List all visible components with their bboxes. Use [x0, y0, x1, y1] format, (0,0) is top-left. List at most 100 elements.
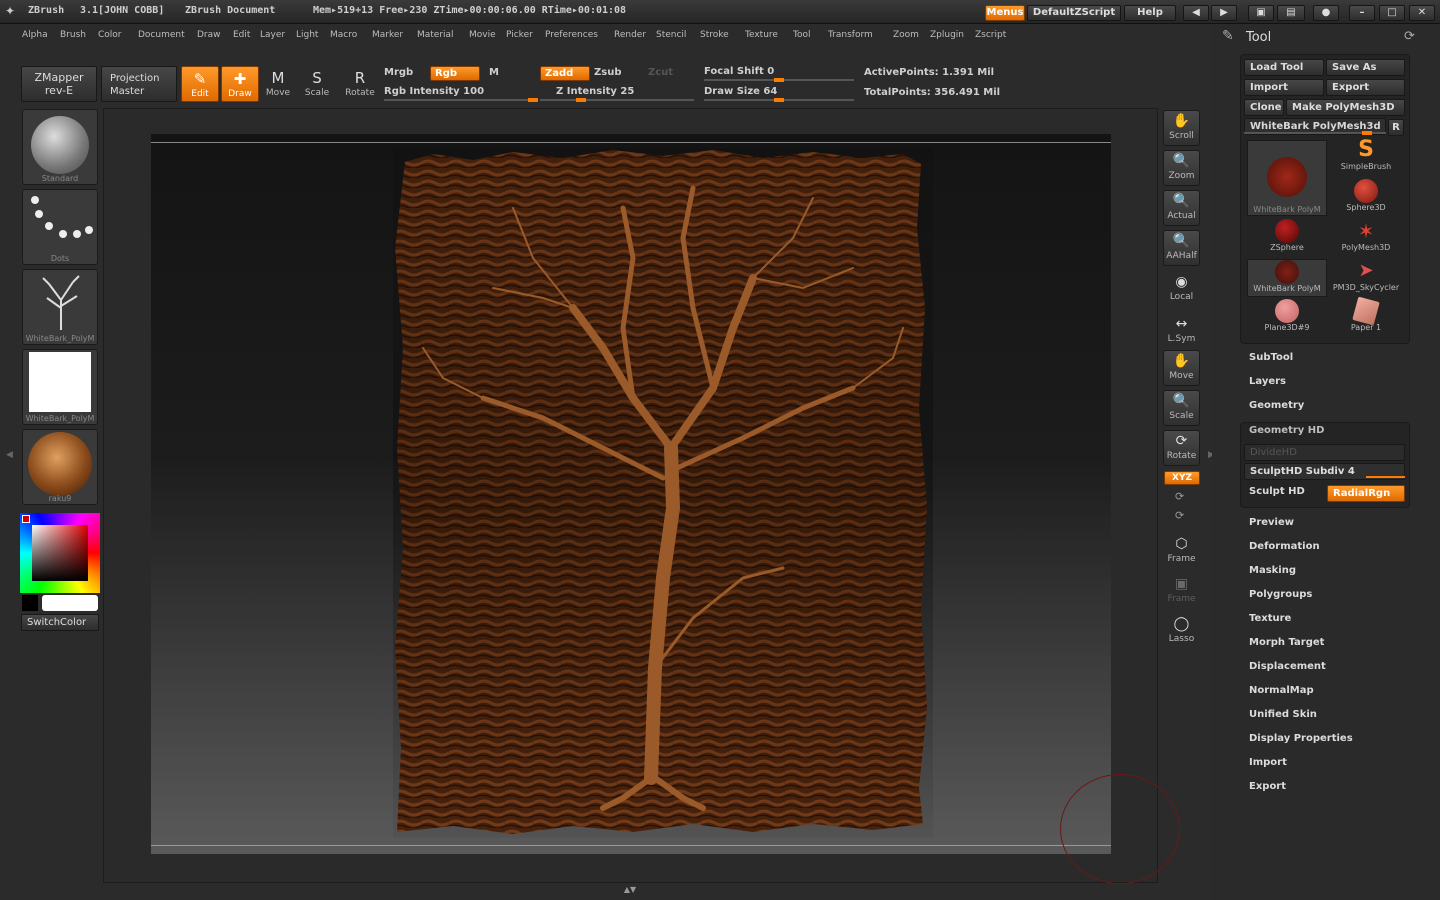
mrgb-toggle[interactable]: Mrgb	[384, 67, 413, 78]
aahalf-button[interactable]: 🔍 AAHalf	[1163, 230, 1200, 266]
primary-color-swatch[interactable]	[42, 595, 98, 611]
section-texture[interactable]: Texture	[1249, 613, 1291, 624]
section-subtool[interactable]: SubTool	[1249, 352, 1293, 363]
scroll-button[interactable]: ✋ Scroll	[1163, 110, 1200, 146]
section-layers[interactable]: Layers	[1249, 376, 1286, 387]
menu-edit[interactable]: Edit	[233, 30, 250, 40]
xyz-toggle[interactable]: XYZ	[1164, 471, 1200, 485]
import-tool-button[interactable]: Import	[1244, 79, 1324, 96]
tool-tile-polymesh3d[interactable]: ✶ PolyMesh3D	[1326, 219, 1406, 257]
r-button[interactable]: R	[1388, 119, 1404, 136]
section-morph-target[interactable]: Morph Target	[1249, 637, 1324, 648]
menu-zplugin[interactable]: Zplugin	[930, 30, 964, 40]
lock-icon[interactable]: ●	[1313, 5, 1339, 21]
menu-transform[interactable]: Transform	[828, 30, 873, 40]
tool-tile-whitebark-large[interactable]: WhiteBark PolyM	[1247, 140, 1327, 216]
menu-marker[interactable]: Marker	[372, 30, 403, 40]
rotate-button[interactable]: R Rotate	[341, 66, 379, 102]
transp-button[interactable]: ▣ Frame	[1163, 574, 1200, 610]
section-import[interactable]: Import	[1249, 757, 1287, 768]
menus-button[interactable]: Menus	[985, 5, 1025, 21]
switch-color-button[interactable]: SwitchColor	[21, 614, 99, 631]
menu-stroke[interactable]: Stroke	[700, 30, 729, 40]
color-picker-square[interactable]	[32, 525, 88, 581]
section-masking[interactable]: Masking	[1249, 565, 1296, 576]
lasso-button[interactable]: ◯ Lasso	[1163, 614, 1200, 650]
projection-master-button[interactable]: Projection Master	[101, 66, 177, 102]
stroke-thumbnail[interactable]: Dots	[22, 189, 98, 265]
section-deformation[interactable]: Deformation	[1249, 541, 1320, 552]
rotate-z-icon[interactable]: ⟳	[1175, 509, 1184, 522]
zadd-toggle[interactable]: Zadd	[540, 66, 590, 81]
section-display-properties[interactable]: Display Properties	[1249, 733, 1353, 744]
default-zscript-button[interactable]: DefaultZScript	[1027, 5, 1121, 21]
m-toggle[interactable]: M	[489, 67, 499, 78]
rotate-view-button[interactable]: ⟳ Rotate	[1163, 430, 1200, 466]
tool-tile-simplebrush[interactable]: S SimpleBrush	[1326, 138, 1406, 176]
minimize-icon[interactable]: –	[1349, 5, 1375, 21]
brush-thumbnail[interactable]: Standard	[22, 109, 98, 185]
menu-movie[interactable]: Movie	[469, 30, 496, 40]
menu-render[interactable]: Render	[614, 30, 646, 40]
z-intensity-handle[interactable]	[576, 98, 586, 102]
local-button[interactable]: ◉ Local	[1163, 272, 1200, 308]
tool-tile-pm3d-skycycler[interactable]: ➤ PM3D_SkyCycler	[1326, 259, 1406, 297]
rotate-y-icon[interactable]: ⟳	[1175, 490, 1184, 503]
rgb-intensity-handle[interactable]	[528, 98, 538, 102]
scale-view-button[interactable]: 🔍 Scale	[1163, 390, 1200, 426]
maximize-icon[interactable]: □	[1379, 5, 1405, 21]
section-export[interactable]: Export	[1249, 781, 1286, 792]
left-tray-toggle-icon[interactable]: ◀	[6, 450, 14, 466]
focal-shift-slider[interactable]	[704, 78, 854, 82]
color-picker-ring[interactable]	[20, 513, 100, 593]
focal-shift-handle[interactable]	[774, 78, 784, 82]
bottom-tray-toggle-icon[interactable]: ▲▼	[620, 885, 640, 894]
alpha-thumbnail[interactable]: WhiteBark_PolyM	[22, 269, 98, 345]
rgb-intensity-slider[interactable]	[384, 98, 538, 102]
tool-tile-plane3d[interactable]: Plane3D#9	[1247, 299, 1327, 337]
menu-color[interactable]: Color	[98, 30, 122, 40]
section-displacement[interactable]: Displacement	[1249, 661, 1326, 672]
menu-material[interactable]: Material	[417, 30, 454, 40]
draw-size-slider[interactable]	[704, 98, 854, 102]
section-unified-skin[interactable]: Unified Skin	[1249, 709, 1317, 720]
make-polymesh-button[interactable]: Make PolyMesh3D	[1286, 99, 1405, 116]
menu-tool[interactable]: Tool	[793, 30, 810, 40]
move-view-button[interactable]: ✋ Move	[1163, 350, 1200, 386]
layout-right-icon[interactable]: ▶	[1211, 5, 1237, 21]
layout-save-icon[interactable]: ▣	[1248, 5, 1274, 21]
menu-zoom[interactable]: Zoom	[893, 30, 919, 40]
rgb-toggle[interactable]: Rgb	[430, 66, 480, 81]
menu-light[interactable]: Light	[296, 30, 318, 40]
tool-tile-sphere3d[interactable]: Sphere3D	[1326, 179, 1406, 217]
section-normalmap[interactable]: NormalMap	[1249, 685, 1314, 696]
section-geometry[interactable]: Geometry	[1249, 400, 1304, 411]
save-as-button[interactable]: Save As	[1326, 59, 1405, 76]
menu-picker[interactable]: Picker	[506, 30, 533, 40]
z-intensity-slider[interactable]	[540, 98, 694, 102]
menu-alpha[interactable]: Alpha	[22, 30, 48, 40]
menu-macro[interactable]: Macro	[330, 30, 357, 40]
tool-tile-whitebark-small[interactable]: WhiteBark PolyM	[1247, 259, 1327, 297]
tool-tile-paper1[interactable]: Paper 1	[1326, 296, 1406, 337]
layout-left-icon[interactable]: ◀	[1183, 5, 1209, 21]
zoom-button[interactable]: 🔍 Zoom	[1163, 150, 1200, 186]
menu-preferences[interactable]: Preferences	[545, 30, 598, 40]
edit-button[interactable]: ✎ Edit	[181, 66, 219, 102]
menu-layer[interactable]: Layer	[260, 30, 285, 40]
frame-button[interactable]: ⬡ Frame	[1163, 534, 1200, 570]
radialrgn-toggle[interactable]: RadialRgn	[1327, 485, 1405, 502]
help-button[interactable]: Help	[1124, 5, 1176, 21]
menu-texture[interactable]: Texture	[745, 30, 778, 40]
section-preview[interactable]: Preview	[1249, 517, 1294, 528]
refresh-icon[interactable]: ⟳	[1404, 29, 1415, 44]
main-color-swatch[interactable]	[22, 515, 30, 523]
actual-button[interactable]: 🔍 Actual	[1163, 190, 1200, 226]
clone-button[interactable]: Clone	[1244, 99, 1284, 116]
material-thumbnail[interactable]: raku9	[22, 429, 98, 505]
draw-size-handle[interactable]	[774, 98, 784, 102]
zmapper-button[interactable]: ZMapper rev-E	[21, 66, 97, 102]
tool-tile-zsphere[interactable]: ZSphere	[1247, 219, 1327, 257]
menu-brush[interactable]: Brush	[60, 30, 86, 40]
section-polygroups[interactable]: Polygroups	[1249, 589, 1312, 600]
